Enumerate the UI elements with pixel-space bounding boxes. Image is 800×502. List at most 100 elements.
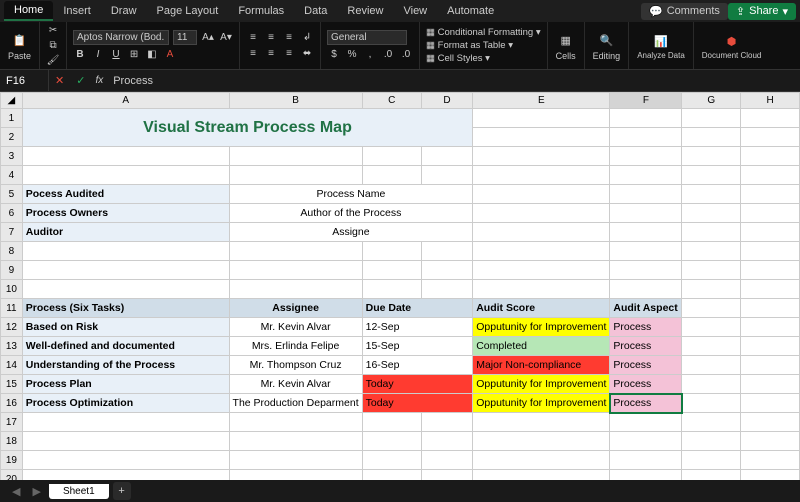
- border-icon[interactable]: ⊞: [127, 47, 141, 61]
- wrap-text-icon[interactable]: ↲: [300, 31, 314, 45]
- comma-icon[interactable]: ,: [363, 47, 377, 61]
- fx-icon[interactable]: fx: [91, 75, 107, 86]
- col-b[interactable]: B: [229, 93, 362, 109]
- tab-page-layout[interactable]: Page Layout: [147, 2, 229, 20]
- col-f[interactable]: F: [610, 93, 682, 109]
- italic-icon[interactable]: I: [91, 47, 105, 61]
- row-16[interactable]: 16: [1, 394, 23, 413]
- format-painter-icon[interactable]: 🖌: [46, 54, 60, 67]
- cancel-icon[interactable]: ✕: [49, 74, 70, 87]
- ribbon-tabs: Home Insert Draw Page Layout Formulas Da…: [0, 0, 800, 22]
- merge-icon[interactable]: ⬌: [300, 47, 314, 61]
- row-8[interactable]: 8: [1, 242, 23, 261]
- col-g[interactable]: G: [682, 93, 741, 109]
- meta-label[interactable]: Process Owners: [22, 204, 229, 223]
- hdr-aspect[interactable]: Audit Aspect: [610, 299, 682, 318]
- row-11[interactable]: 11: [1, 299, 23, 318]
- font-size-select[interactable]: [173, 30, 197, 45]
- font-name-select[interactable]: [73, 30, 169, 45]
- row-18[interactable]: 18: [1, 432, 23, 451]
- align-center-icon[interactable]: ≡: [264, 47, 278, 61]
- cut-icon[interactable]: ✂: [46, 24, 60, 37]
- row-9[interactable]: 9: [1, 261, 23, 280]
- add-sheet-button[interactable]: +: [113, 482, 131, 500]
- tab-view[interactable]: View: [393, 2, 437, 20]
- paste-icon[interactable]: 📋: [10, 30, 30, 50]
- conditional-formatting-button[interactable]: ▦ Conditional Formatting ▾: [426, 27, 541, 38]
- meta-value[interactable]: Process Name: [229, 185, 473, 204]
- share-button[interactable]: ⇪Share▾: [728, 3, 796, 20]
- font-color-icon[interactable]: A: [163, 47, 177, 61]
- number-format-select[interactable]: [327, 30, 407, 45]
- row-10[interactable]: 10: [1, 280, 23, 299]
- document-cloud-group[interactable]: ⬢ Document Cloud: [694, 22, 770, 69]
- editing-group[interactable]: 🔍 Editing: [585, 22, 630, 69]
- title-cell[interactable]: Visual Stream Process Map: [22, 109, 472, 147]
- hdr-assignee[interactable]: Assignee: [229, 299, 362, 318]
- underline-icon[interactable]: U: [109, 47, 123, 61]
- col-h[interactable]: H: [741, 93, 800, 109]
- inc-decimal-icon[interactable]: .0: [381, 47, 395, 61]
- sheet-tab-1[interactable]: Sheet1: [49, 484, 109, 499]
- sheet-next-icon[interactable]: ▶: [28, 485, 44, 498]
- increase-font-icon[interactable]: A▴: [201, 31, 215, 45]
- ribbon-toolbar: 📋 Paste ✂ ⧉ 🖌 A▴ A▾ B I U ⊞ ◧ A: [0, 22, 800, 70]
- tab-home[interactable]: Home: [4, 1, 53, 21]
- col-d[interactable]: D: [421, 93, 472, 109]
- tab-draw[interactable]: Draw: [101, 2, 147, 20]
- select-all[interactable]: ◢: [1, 93, 23, 109]
- column-headers: ◢ A B C D E F G H: [1, 93, 800, 109]
- meta-value[interactable]: Assigne: [229, 223, 473, 242]
- align-bot-icon[interactable]: ≡: [282, 31, 296, 45]
- row-3[interactable]: 3: [1, 147, 23, 166]
- format-as-table-button[interactable]: ▦ Format as Table ▾: [426, 40, 541, 51]
- row-17[interactable]: 17: [1, 413, 23, 432]
- comments-button[interactable]: 💬Comments: [641, 3, 728, 20]
- align-right-icon[interactable]: ≡: [282, 47, 296, 61]
- hdr-due[interactable]: Due Date: [362, 299, 473, 318]
- tab-insert[interactable]: Insert: [53, 2, 101, 20]
- currency-icon[interactable]: $: [327, 47, 341, 61]
- copy-icon[interactable]: ⧉: [46, 39, 60, 52]
- analyze-group[interactable]: 📊 Analyze Data: [629, 22, 694, 69]
- align-mid-icon[interactable]: ≡: [264, 31, 278, 45]
- formula-input[interactable]: [107, 75, 800, 87]
- fill-color-icon[interactable]: ◧: [145, 47, 159, 61]
- meta-label[interactable]: Auditor: [22, 223, 229, 242]
- row-19[interactable]: 19: [1, 451, 23, 470]
- row-13[interactable]: 13: [1, 337, 23, 356]
- row-15[interactable]: 15: [1, 375, 23, 394]
- row-12[interactable]: 12: [1, 318, 23, 337]
- row-6[interactable]: 6: [1, 204, 23, 223]
- spreadsheet-grid: ◢ A B C D E F G H 1Visual Stream Process…: [0, 92, 800, 502]
- confirm-icon[interactable]: ✓: [70, 74, 91, 87]
- cells-group[interactable]: ▦ Cells: [548, 22, 585, 69]
- tab-review[interactable]: Review: [337, 2, 393, 20]
- sheet-prev-icon[interactable]: ◀: [8, 485, 24, 498]
- col-e[interactable]: E: [473, 93, 610, 109]
- hdr-process[interactable]: Process (Six Tasks): [22, 299, 229, 318]
- tab-formulas[interactable]: Formulas: [228, 2, 294, 20]
- tab-automate[interactable]: Automate: [437, 2, 504, 20]
- align-left-icon[interactable]: ≡: [246, 47, 260, 61]
- tab-data[interactable]: Data: [294, 2, 337, 20]
- row-2[interactable]: 2: [1, 128, 23, 147]
- hdr-score[interactable]: Audit Score: [473, 299, 610, 318]
- active-cell[interactable]: Process: [610, 394, 682, 413]
- row-7[interactable]: 7: [1, 223, 23, 242]
- row-1[interactable]: 1: [1, 109, 23, 128]
- percent-icon[interactable]: %: [345, 47, 359, 61]
- bold-icon[interactable]: B: [73, 47, 87, 61]
- row-4[interactable]: 4: [1, 166, 23, 185]
- row-5[interactable]: 5: [1, 185, 23, 204]
- row-14[interactable]: 14: [1, 356, 23, 375]
- meta-value[interactable]: Author of the Process: [229, 204, 473, 223]
- dec-decimal-icon[interactable]: .0: [399, 47, 413, 61]
- meta-label[interactable]: Pocess Audited: [22, 185, 229, 204]
- cell-styles-button[interactable]: ▦ Cell Styles ▾: [426, 53, 541, 64]
- name-box[interactable]: F16: [0, 75, 48, 87]
- decrease-font-icon[interactable]: A▾: [219, 31, 233, 45]
- col-a[interactable]: A: [22, 93, 229, 109]
- col-c[interactable]: C: [362, 93, 421, 109]
- align-top-icon[interactable]: ≡: [246, 31, 260, 45]
